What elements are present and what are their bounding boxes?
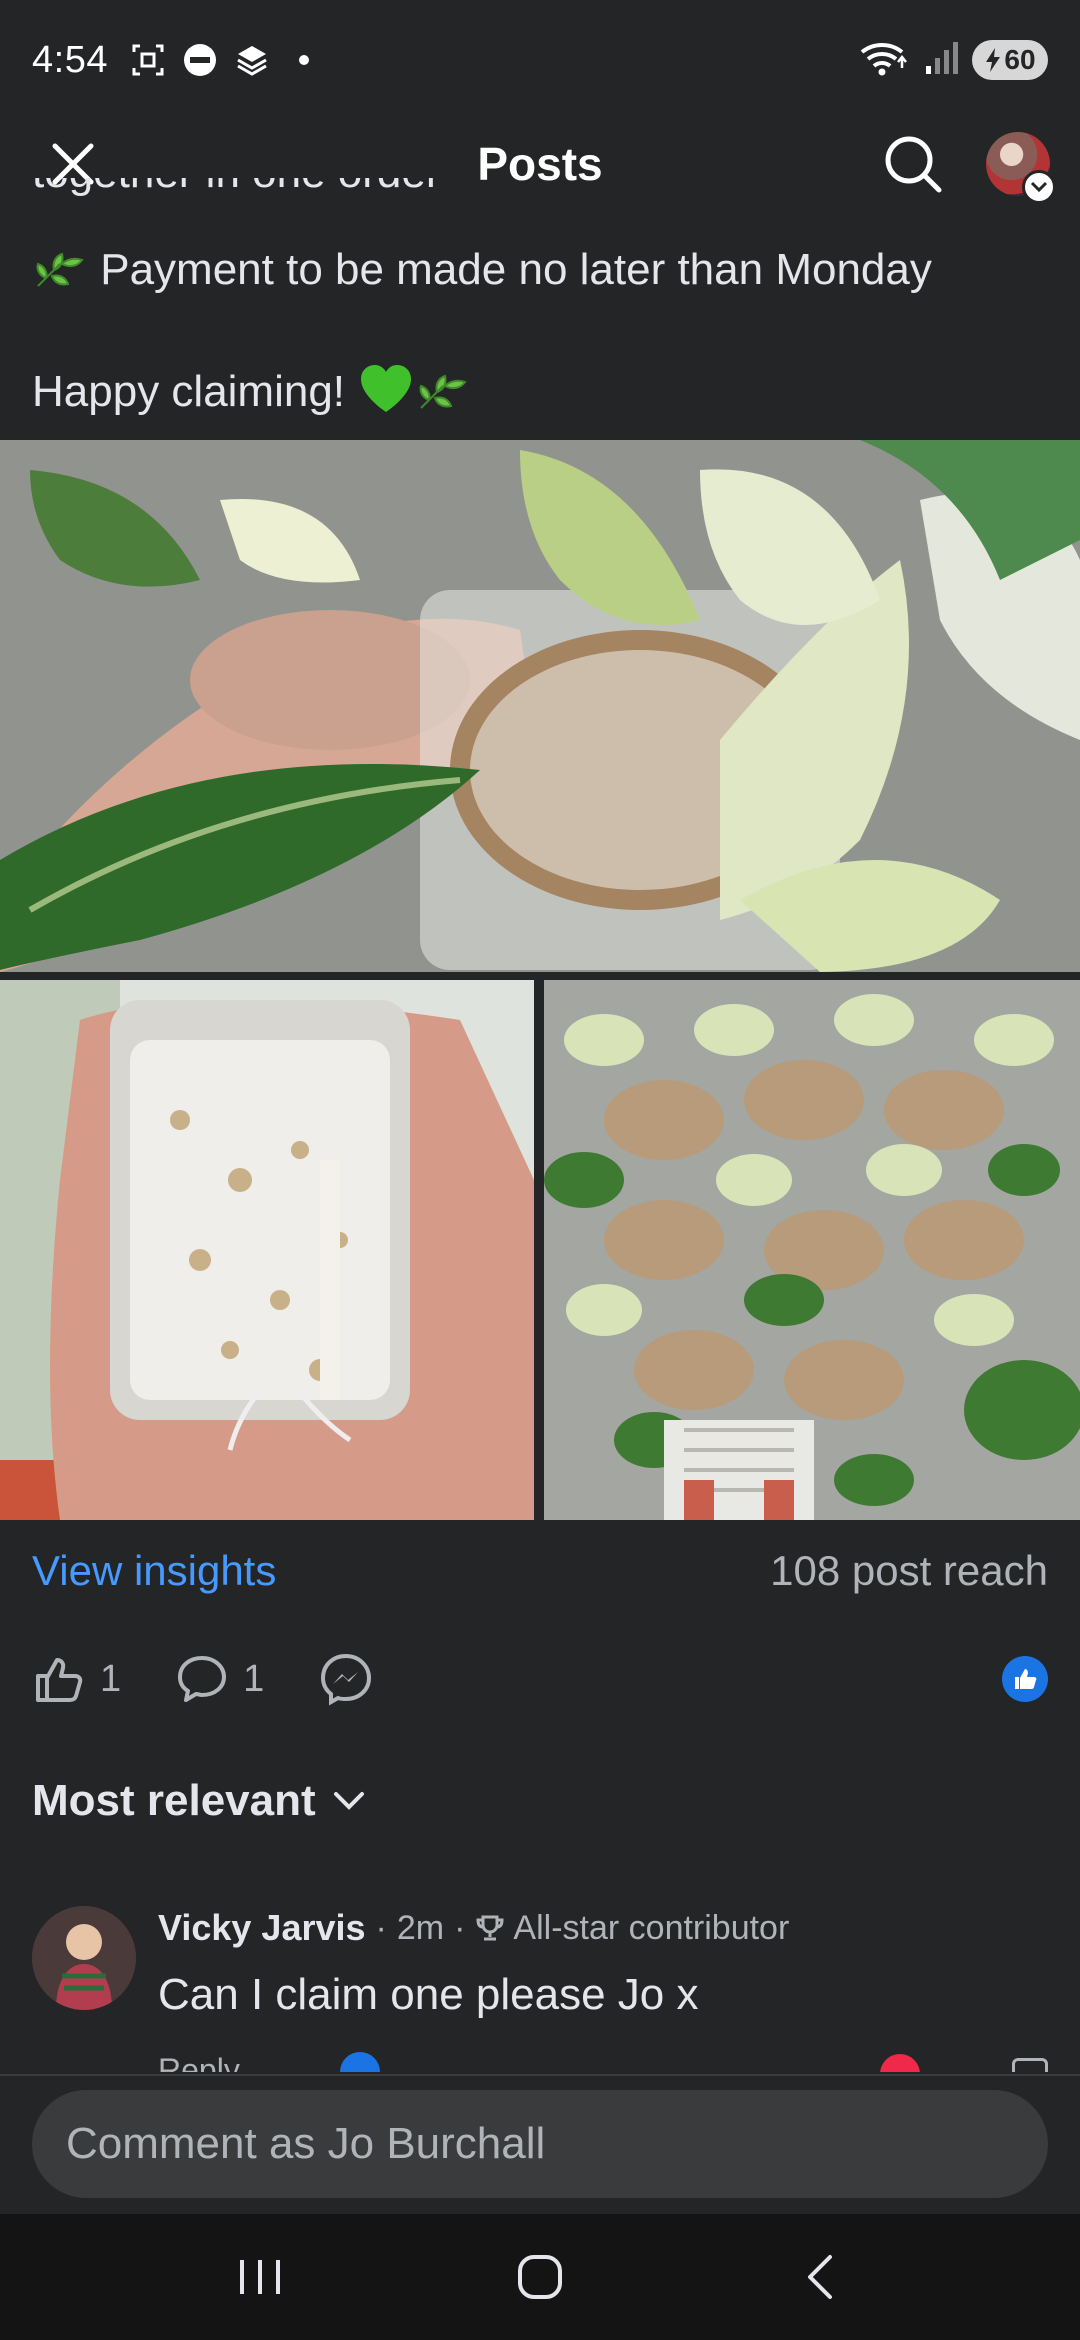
chevron-down-icon (1022, 170, 1056, 204)
back-button[interactable] (760, 2232, 880, 2322)
back-icon (808, 2255, 832, 2299)
layers-icon (234, 42, 270, 78)
commenter-name[interactable]: Vicky Jarvis (158, 1907, 366, 1949)
view-insights-link[interactable]: View insights (32, 1547, 276, 1595)
messenger-icon (321, 1653, 372, 1706)
home-button[interactable] (480, 2232, 600, 2322)
screen: 4:54 60 Posts Payment to be made no late… (0, 0, 1080, 2340)
news-icon (182, 42, 218, 78)
like-count: 1 (100, 1657, 122, 1700)
header-actions (870, 121, 1056, 207)
search-icon (885, 136, 942, 193)
reply-button[interactable]: Reply (158, 2052, 240, 2072)
like-button[interactable]: 1 (32, 1652, 121, 1706)
recent-apps-icon (240, 2260, 280, 2294)
payment-text: Payment to be made no later than Monday (100, 245, 932, 294)
comment-text: Can I claim one please Jo x (158, 1970, 699, 2019)
post-line-claiming: Happy claiming! (32, 362, 1048, 422)
comment-body: Vicky Jarvis · 2m · All-star contributor… (158, 1902, 1048, 2020)
herb-icon (36, 252, 84, 287)
battery-level: 60 (1004, 44, 1036, 75)
actions-row: 1 1 (32, 1644, 1048, 1714)
signal-icon (924, 38, 960, 83)
sort-label: Most relevant (32, 1776, 316, 1825)
post-text: Payment to be made no later than Monday … (32, 198, 1048, 422)
post-reach: 108 post reach (770, 1547, 1048, 1594)
comment-love-reaction-icon (880, 2054, 920, 2072)
commenter-avatar[interactable] (32, 1906, 136, 2010)
comment-like-reaction-icon (340, 2052, 380, 2072)
comment-input[interactable]: Comment as Jo Burchall (32, 2090, 1048, 2198)
comment-sort-dropdown[interactable]: Most relevant (32, 1776, 366, 1826)
comment-count: 1 (243, 1657, 265, 1700)
green-heart-icon (361, 365, 412, 412)
comment-button[interactable]: 1 (175, 1652, 264, 1706)
comment-more-icon[interactable] (1012, 2058, 1048, 2072)
plant-photo (0, 440, 1080, 972)
dot-icon (286, 42, 322, 78)
pot-photo (0, 980, 534, 1520)
like-reaction-icon (1015, 1669, 1037, 1689)
status-right: 60 (858, 38, 1048, 83)
chevron-down-icon (333, 1792, 364, 1810)
status-left-icons (130, 42, 322, 78)
thumbs-up-icon (36, 1658, 83, 1702)
home-icon (518, 2255, 562, 2299)
comment-icon (178, 1656, 227, 1702)
messenger-share-button[interactable] (318, 1651, 374, 1707)
wifi-icon (858, 38, 912, 83)
comment-item: Vicky Jarvis · 2m · All-star contributor… (32, 1902, 1048, 2072)
post-line-payment: Payment to be made no later than Monday (32, 240, 1048, 300)
post-photo-right[interactable] (544, 980, 1080, 1520)
battery-indicator: 60 (972, 40, 1048, 80)
post-photo-main[interactable] (0, 440, 1080, 972)
comment-time: 2m (396, 1908, 445, 1947)
insights-row: View insights 108 post reach (32, 1540, 1048, 1602)
screenshot-icon (130, 42, 166, 78)
composer-bar: Comment as Jo Burchall (0, 2076, 1080, 2214)
status-time: 4:54 (32, 38, 108, 81)
contributor-badge: All-star contributor (513, 1908, 790, 1947)
like-reaction-badge (1002, 1656, 1048, 1702)
herb-icon (419, 374, 467, 409)
trophy-icon (476, 1915, 504, 1941)
status-bar: 4:54 60 (0, 0, 1080, 120)
system-nav-bar (0, 2214, 1080, 2340)
plants-tray-photo (544, 980, 1080, 1520)
profile-avatar-button[interactable] (986, 132, 1056, 204)
claiming-text: Happy claiming! (32, 367, 346, 416)
post-photo-left[interactable] (0, 980, 534, 1520)
search-button[interactable] (870, 121, 956, 207)
comment-meta: Vicky Jarvis · 2m · All-star contributor (158, 1907, 790, 1949)
recent-apps-button[interactable] (200, 2232, 320, 2322)
